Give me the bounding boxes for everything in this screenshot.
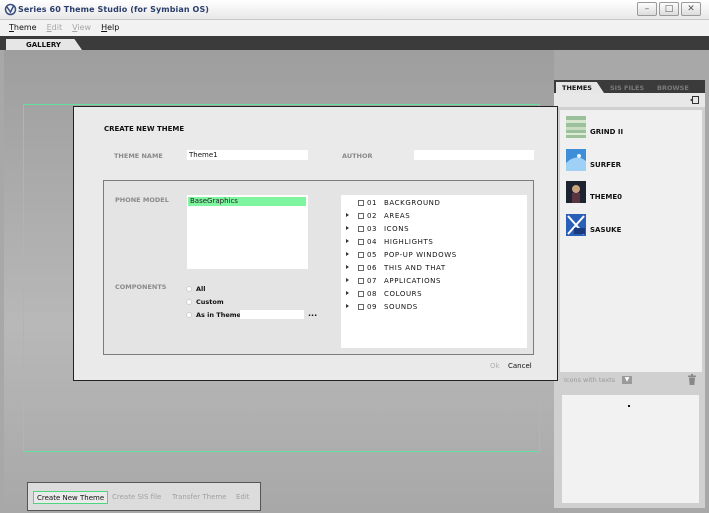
theme-thumbnail-icon <box>566 181 586 203</box>
components-label: COMPONENTS <box>115 283 167 291</box>
menu-edit[interactable]: Edit <box>42 20 68 36</box>
browse-theme-button[interactable]: ... <box>308 309 317 318</box>
title-bar: Series 60 Theme Studio (for Symbian OS) … <box>0 0 709 20</box>
create-sis-file-button[interactable]: Create SIS file <box>109 491 164 504</box>
radio-all[interactable]: All <box>186 284 326 294</box>
checkbox[interactable] <box>358 265 364 271</box>
expand-arrow-icon[interactable] <box>346 304 349 308</box>
expand-arrow-icon[interactable] <box>346 239 349 243</box>
menu-help[interactable]: Help <box>96 20 124 36</box>
theme-preview-box <box>562 395 699 503</box>
checkbox[interactable] <box>358 291 364 297</box>
menu-theme[interactable]: Theme <box>4 20 42 36</box>
minimize-button[interactable]: – <box>637 2 657 16</box>
source-theme-input[interactable] <box>240 310 304 319</box>
app-logo-icon <box>4 3 17 16</box>
theme-name: SURFER <box>590 161 622 169</box>
expand-arrow-icon[interactable] <box>346 252 349 256</box>
model-components-panel: PHONE MODEL BaseGraphics COMPONENTS All … <box>103 180 534 355</box>
bottom-toolbar: Create New Theme Create SIS file Transfe… <box>27 482 261 511</box>
checkbox[interactable] <box>358 213 364 219</box>
tab-themes[interactable]: THEMES <box>556 82 604 93</box>
theme-list: GRIND II SURFER THEME0 SASUKE <box>560 110 702 372</box>
theme-name: SASUKE <box>590 226 622 234</box>
tab-gallery[interactable]: GALLERY <box>6 39 82 50</box>
tab-browse[interactable]: BROWSE <box>657 82 689 93</box>
tab-sis-files[interactable]: SIS FILES <box>610 82 644 93</box>
right-panel-toolbar <box>554 93 705 107</box>
cancel-button[interactable]: Cancel <box>508 362 532 370</box>
theme-item-theme0[interactable]: THEME0 <box>566 181 696 205</box>
theme-name-input[interactable]: Theme1 <box>187 150 308 160</box>
radio-custom[interactable]: Custom <box>186 297 326 307</box>
tree-item-applications[interactable]: 07 APPLICATIONS <box>341 276 527 288</box>
trash-icon[interactable] <box>687 374 697 385</box>
author-label: AUTHOR <box>342 152 373 160</box>
tree-item-background[interactable]: 01 BACKGROUND <box>341 198 527 210</box>
phone-model-item[interactable]: BaseGraphics <box>188 197 306 206</box>
theme-name: THEME0 <box>590 193 623 201</box>
menu-view[interactable]: View <box>67 20 96 36</box>
view-mode-select[interactable]: Icons with texts ▼ <box>562 374 632 385</box>
maximize-icon: □ <box>664 3 674 14</box>
expand-arrow-icon[interactable] <box>346 265 349 269</box>
theme-thumbnail-icon <box>566 116 586 138</box>
theme-item-sasuke[interactable]: SASUKE <box>566 214 696 238</box>
checkbox[interactable] <box>358 239 364 245</box>
theme-thumbnail-icon <box>566 214 586 236</box>
right-panel: THEMES SIS FILES BROWSE GRIND II SURFER … <box>554 80 705 508</box>
chevron-down-icon: ▼ <box>622 376 632 384</box>
theme-item-surfer[interactable]: SURFER <box>566 149 696 173</box>
checkbox[interactable] <box>358 226 364 232</box>
maximize-button[interactable]: □ <box>659 2 679 16</box>
tree-item-highlights[interactable]: 04 HIGHLIGHTS <box>341 237 527 249</box>
main-tab-strip: GALLERY <box>0 36 709 50</box>
theme-name-label: THEME NAME <box>114 152 163 160</box>
edit-button[interactable]: Edit <box>233 491 253 504</box>
phone-model-label: PHONE MODEL <box>115 196 169 204</box>
tree-item-colours[interactable]: 08 COLOURS <box>341 289 527 301</box>
create-new-theme-button[interactable]: Create New Theme <box>33 491 109 504</box>
expand-arrow-icon[interactable] <box>346 291 349 295</box>
preview-dot <box>628 405 630 407</box>
window-title: Series 60 Theme Studio (for Symbian OS) <box>18 5 210 14</box>
tree-item-areas[interactable]: 02 AREAS <box>341 211 527 223</box>
dialog-title: CREATE NEW THEME <box>104 125 185 133</box>
theme-item-grind-ii[interactable]: GRIND II <box>566 116 696 140</box>
minimize-icon: – <box>644 3 650 14</box>
tree-item-this-and-that[interactable]: 06 THIS AND THAT <box>341 263 527 275</box>
components-tree: 01 BACKGROUND 02 AREAS 03 ICONS 04 HIGHL… <box>341 195 527 348</box>
checkbox[interactable] <box>358 252 364 258</box>
radio-button[interactable] <box>186 312 192 318</box>
theme-name: GRIND II <box>590 128 624 136</box>
checkbox[interactable] <box>358 304 364 310</box>
ok-button[interactable]: Ok <box>490 362 500 370</box>
transfer-theme-button[interactable]: Transfer Theme <box>169 491 230 504</box>
view-mode-value: Icons with texts <box>564 376 616 384</box>
tree-item-pop-up-windows[interactable]: 05 POP-UP WINDOWS <box>341 250 527 262</box>
expand-arrow-icon[interactable] <box>346 213 349 217</box>
right-panel-tabs: THEMES SIS FILES BROWSE <box>554 80 705 93</box>
expand-arrow-icon[interactable] <box>346 226 349 230</box>
create-new-theme-dialog: CREATE NEW THEME THEME NAME Theme1 AUTHO… <box>73 106 558 381</box>
tree-item-sounds[interactable]: 09 SOUNDS <box>341 302 527 314</box>
menu-bar: Theme Edit View Help <box>0 20 709 36</box>
radio-button[interactable] <box>186 286 192 292</box>
close-button[interactable]: ✕ <box>681 2 701 16</box>
radio-button[interactable] <box>186 299 192 305</box>
checkbox[interactable] <box>358 200 364 206</box>
checkbox[interactable] <box>358 278 364 284</box>
expand-arrow-icon[interactable] <box>346 278 349 282</box>
theme-thumbnail-icon <box>566 149 586 171</box>
tree-item-icons[interactable]: 03 ICONS <box>341 224 527 236</box>
close-icon: ✕ <box>687 3 695 14</box>
author-input[interactable] <box>414 150 534 160</box>
phone-model-list[interactable]: BaseGraphics <box>187 195 308 269</box>
dock-panel-icon[interactable] <box>690 96 699 104</box>
